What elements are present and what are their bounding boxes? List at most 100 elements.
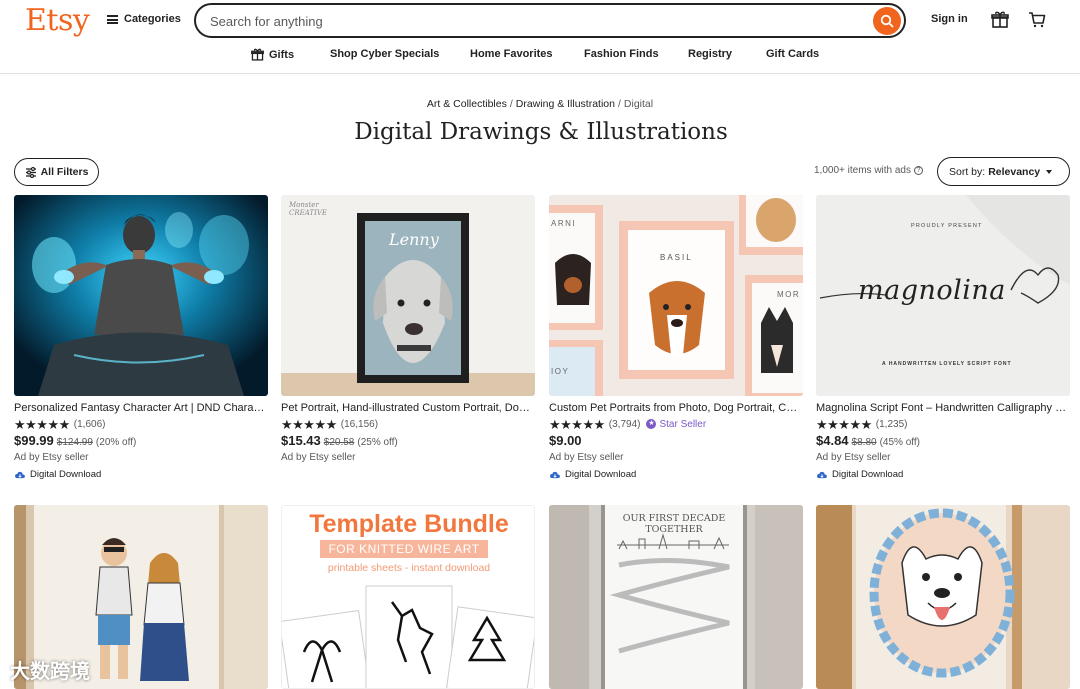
font-present-label: PROUDLY PRESENT [911,223,983,229]
listing-image-dog-illustration[interactable] [816,505,1070,689]
pet-name-text: Lenny [389,230,439,249]
site-header: Etsy Categories Sign in [0,0,1080,74]
listing-image-custom-pet[interactable]: ARNI BASIL MOR IOY [549,195,803,396]
digital-download-badge: Digital Download [549,469,803,480]
breadcrumb-item[interactable]: Drawing & Illustration [516,98,615,110]
listing-card[interactable]: Template Bundle FOR KNITTED WIRE ART pri… [281,505,535,689]
sale-price: $99.99 [14,433,54,448]
digital-download-badge: Digital Download [816,469,1070,480]
search-icon [880,14,894,28]
star-rating-icon: ★★★★★ [14,416,70,432]
star-seller-badge: ★ Star Seller [646,419,706,430]
font-subtitle: A HANDWRITTEN LOVELY SCRIPT FONT [882,361,1012,367]
frame-name-basil: BASIL [660,253,693,262]
listing-image-magnolina-font[interactable]: PROUDLY PRESENT magnolina A HANDWRITTEN … [816,195,1070,396]
bundle-caption: printable sheets - instant download [327,562,491,574]
nav-item-gifts[interactable]: Gifts [251,48,294,61]
filter-icon [25,166,36,178]
price-row: $9.00 [549,433,803,450]
frame-name-arni: ARNI [551,219,577,228]
sort-prefix: Sort by: [949,165,986,178]
sale-price: $4.84 [816,433,849,448]
custom-pet-portraits-artwork [549,195,803,396]
gift-icon [251,48,264,61]
listing-card[interactable]: Personalized Fantasy Character Art | DND… [14,195,268,480]
listing-image-fantasy-character[interactable] [14,195,268,396]
nav-item-home-favorites[interactable]: Home Favorites [470,48,553,60]
items-count-text: 1,000+ items with ads [814,165,911,176]
price-row: $4.84 $8.80 (45% off) [816,433,1070,450]
listing-rating: ★★★★★ (1,235) [816,417,1070,431]
cart-button[interactable] [1028,11,1046,33]
dog-illustration-artwork [816,505,1070,689]
nav-item-cyber-specials[interactable]: Shop Cyber Specials [330,48,439,60]
listing-image-template-bundle[interactable]: Template Bundle FOR KNITTED WIRE ART pri… [281,505,535,689]
listing-card[interactable]: ARNI BASIL MOR IOY Custom Pet Portraits … [549,195,803,480]
all-filters-label: All Filters [40,166,89,178]
gift-button[interactable] [991,11,1009,33]
items-count: 1,000+ items with ads ? [814,165,923,176]
ad-label: Ad by Etsy seller [14,452,89,463]
review-count: (16,156) [340,418,379,430]
listing-rating: ★★★★★ (3,794) ★ Star Seller [549,417,803,431]
listing-image-decade-map[interactable]: OUR FIRST DECADE TOGETHER [549,505,803,689]
breadcrumb-separator: / [617,98,621,110]
sale-price: $15.43 [281,433,321,448]
star-seller-label: Star Seller [659,418,707,430]
breadcrumb-separator: / [509,98,513,110]
nav-item-registry[interactable]: Registry [688,48,732,60]
search-button[interactable] [873,7,901,35]
cloud-download-icon [550,471,560,478]
etsy-logo[interactable]: Etsy [25,3,90,38]
font-sample-text: magnolina [858,275,1006,306]
all-filters-button[interactable]: All Filters [14,158,99,186]
original-price: $20.58 [323,437,355,448]
listing-title[interactable]: Magnolina Script Font – Handwritten Call… [816,401,1070,415]
listing-card[interactable]: OUR FIRST DECADE TOGETHER [549,505,803,689]
cloud-download-icon [15,471,25,478]
wire-art-templates [282,585,534,688]
listing-card[interactable]: Monster CREATIVE Lenny Pet Portrait, Han… [281,195,535,465]
listing-title[interactable]: Custom Pet Portraits from Photo, Dog Por… [549,401,803,415]
discount: (20% off) [95,437,137,448]
listing-card[interactable]: PROUDLY PRESENT magnolina A HANDWRITTEN … [816,195,1070,480]
sale-price: $9.00 [549,433,582,448]
review-count: (1,235) [875,418,908,430]
sign-in-link[interactable]: Sign in [931,13,968,25]
decade-title: OUR FIRST DECADE TOGETHER [622,513,726,535]
watermark-text: 大数跨境 [10,659,90,683]
discount: (25% off) [357,437,398,448]
info-icon[interactable]: ? [914,166,923,175]
original-price: $8.80 [851,437,877,448]
categories-button[interactable]: Categories [107,13,181,25]
digital-download-label: Digital Download [832,469,904,480]
bundle-title: Template Bundle [309,510,509,538]
listing-card[interactable] [816,505,1070,689]
breadcrumb-current: Digital [623,98,654,110]
breadcrumb: Art & Collectibles / Drawing & Illustratio… [0,98,1080,110]
listing-rating: ★★★★★ (16,156) [281,417,535,431]
gift-icon [991,11,1009,28]
listing-title[interactable]: Personalized Fantasy Character Art | DND… [14,401,268,415]
star-seller-icon: ★ [646,419,657,429]
ad-label: Ad by Etsy seller [816,452,891,463]
star-rating-icon: ★★★★★ [549,416,605,432]
pet-portrait-artwork [281,195,535,396]
sort-value: Relevancy [988,165,1041,178]
fantasy-character-artwork [14,195,268,396]
review-count: (3,794) [608,418,641,430]
digital-download-label: Digital Download [30,469,102,480]
price-row: $99.99 $124.99 (20% off) [14,433,268,450]
price-row: $15.43 $20.58 (25% off) [281,433,535,450]
shop-signature: Monster CREATIVE [289,201,328,217]
breadcrumb-item[interactable]: Art & Collectibles [427,98,507,110]
search-bar [194,3,906,38]
listing-rating: ★★★★★ (1,606) [14,417,268,431]
sort-dropdown[interactable]: Sort by: Relevancy [937,157,1070,186]
nav-item-fashion-finds[interactable]: Fashion Finds [584,48,659,60]
nav-item-gift-cards[interactable]: Gift Cards [766,48,819,60]
listing-image-pet-portrait[interactable]: Monster CREATIVE Lenny [281,195,535,396]
discount: (45% off) [879,437,920,448]
search-input[interactable] [210,12,850,30]
listing-title[interactable]: Pet Portrait, Hand-illustrated Custom Po… [281,401,535,415]
